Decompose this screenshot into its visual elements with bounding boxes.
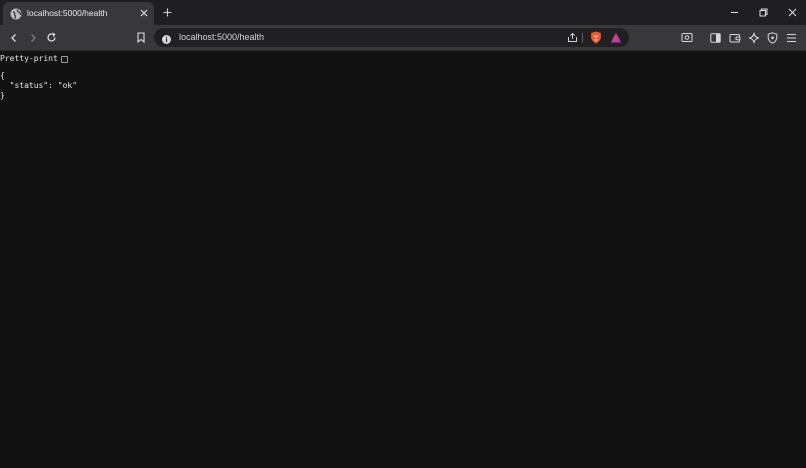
- reload-icon[interactable]: [44, 30, 59, 45]
- tab-close-icon[interactable]: [137, 6, 151, 20]
- bookmark-icon[interactable]: [133, 30, 148, 45]
- url-text[interactable]: localhost:5000/health: [179, 31, 264, 44]
- omnibox-separator: [582, 33, 583, 43]
- restore-icon[interactable]: [756, 5, 770, 19]
- forward-icon[interactable]: [25, 30, 40, 45]
- json-body: { "status": "ok"}: [0, 71, 77, 101]
- pretty-print-control[interactable]: Pretty-print: [0, 53, 68, 65]
- page-content: Pretty-print { "status": "ok"}: [0, 51, 806, 468]
- menu-icon[interactable]: [784, 30, 799, 45]
- share-icon[interactable]: [566, 31, 579, 44]
- json-close-brace: }: [0, 91, 5, 100]
- info-icon[interactable]: [161, 32, 172, 44]
- pretty-print-checkbox[interactable]: [60, 55, 68, 63]
- wallet-icon[interactable]: [727, 30, 742, 45]
- pretty-print-label: Pretty-print: [0, 54, 58, 63]
- new-tab-icon[interactable]: [160, 5, 174, 19]
- back-icon[interactable]: [6, 30, 21, 45]
- screenshot-icon[interactable]: [679, 30, 694, 45]
- active-tab[interactable]: localhost:5000/health: [3, 2, 154, 25]
- tab-title: localhost:5000/health: [27, 8, 108, 18]
- close-icon[interactable]: [785, 5, 799, 19]
- globe-icon: [10, 7, 22, 20]
- brave-rewards-icon[interactable]: [609, 31, 622, 44]
- minimize-icon[interactable]: [727, 5, 741, 19]
- json-status-line: "status": "ok": [0, 81, 78, 90]
- leo-ai-icon[interactable]: [746, 30, 761, 45]
- tab-strip: localhost:5000/health: [0, 0, 806, 25]
- vpn-icon[interactable]: [765, 30, 780, 45]
- brave-shields-icon[interactable]: [589, 31, 602, 44]
- address-bar[interactable]: localhost:5000/health: [154, 28, 629, 47]
- browser-toolbar: localhost:5000/health: [0, 25, 806, 50]
- json-open-brace: {: [0, 71, 5, 80]
- sidebar-icon[interactable]: [708, 30, 723, 45]
